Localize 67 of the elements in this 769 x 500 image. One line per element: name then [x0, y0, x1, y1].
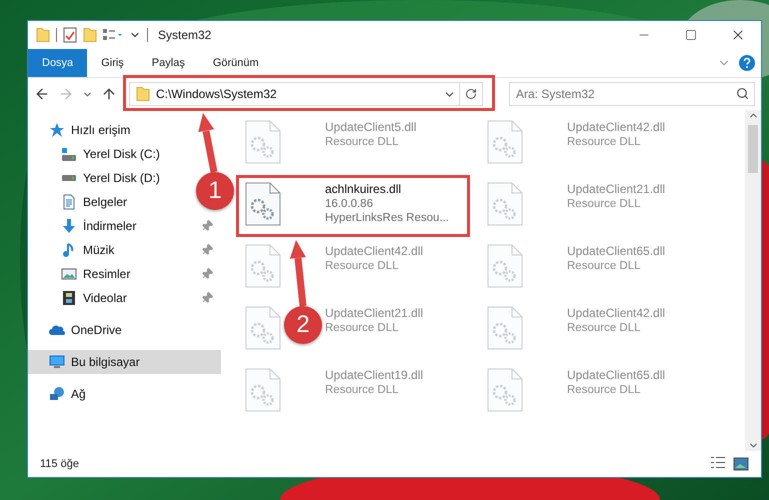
file-gears-icon	[245, 368, 281, 412]
file-detail: Resource DLL	[567, 198, 642, 210]
drive-icon	[61, 148, 77, 160]
file-detail: HyperLinksRes Resou...	[325, 212, 449, 224]
sidebar-item[interactable]: Ağ	[28, 382, 94, 406]
file-gears-icon	[245, 120, 281, 164]
details-view-icon[interactable]	[711, 457, 725, 468]
ribbon-tab[interactable]: Görünüm	[198, 49, 273, 77]
sidebar-item[interactable]: İndirmeler	[28, 214, 221, 238]
file-gears-icon	[487, 120, 523, 164]
up-button[interactable]	[101, 86, 117, 102]
sidebar-item[interactable]: OneDrive	[28, 318, 130, 342]
file-detail: Resource DLL	[325, 322, 400, 334]
sidebar-item[interactable]: Yerel Disk (C:)	[28, 142, 168, 166]
ribbon-tab[interactable]: Dosya	[28, 49, 88, 77]
properties-icon[interactable]	[63, 27, 77, 43]
sidebar-item[interactable]: Resimler	[28, 262, 221, 286]
item-count: 115 öğe	[40, 458, 79, 470]
scroll-thumb[interactable]	[748, 125, 758, 173]
search-field[interactable]: Ara: System32	[509, 82, 755, 106]
document-icon	[61, 194, 77, 210]
help-icon[interactable]	[739, 55, 755, 71]
file-gears-icon	[487, 182, 523, 226]
network-icon	[49, 386, 65, 402]
ribbon-tab[interactable]: Giriş	[87, 49, 138, 77]
maximize-icon[interactable]	[684, 29, 696, 41]
folder-icon	[136, 87, 150, 101]
refresh-icon[interactable]	[465, 88, 477, 100]
monitor-icon	[49, 354, 65, 370]
file-name[interactable]: achlnkuires.dll	[325, 182, 449, 196]
drive-icon	[61, 175, 77, 181]
file-gears-icon	[487, 368, 523, 412]
large-icons-view-icon[interactable]	[733, 457, 749, 471]
file-gears-icon	[487, 244, 523, 288]
callout-arrow	[290, 240, 306, 306]
sidebar-item[interactable]: Bu bilgisayar	[28, 350, 221, 374]
view-list-icon[interactable]	[103, 29, 123, 41]
ribbon-tab[interactable]: Paylaş	[138, 49, 199, 77]
file-detail: Resource DLL	[325, 384, 400, 396]
window-title: System32	[158, 28, 212, 42]
download-arrow-icon	[61, 218, 77, 234]
star-icon	[49, 122, 65, 138]
file-detail: Resource DLL	[567, 322, 642, 334]
file-detail: Resource DLL	[567, 136, 642, 148]
callout-arrow	[198, 113, 218, 173]
file-gears-icon	[245, 306, 281, 350]
sidebar-item[interactable]: Yerel Disk (D:)	[28, 166, 168, 190]
file-gears-icon	[245, 182, 281, 226]
file-gears-icon	[245, 244, 281, 288]
back-button[interactable]	[34, 86, 50, 102]
file-gears-icon	[487, 306, 523, 350]
file-detail: Resource DLL	[325, 136, 400, 148]
sidebar-item[interactable]: Müzik	[28, 238, 221, 262]
file-detail: Resource DLL	[325, 260, 400, 272]
picture-icon	[61, 266, 77, 282]
sidebar-item[interactable]: Videolar	[28, 286, 221, 310]
address-field[interactable]: C:\Windows\System32	[129, 82, 483, 106]
search-icon[interactable]	[736, 87, 749, 100]
new-folder-icon	[83, 28, 97, 42]
sidebar-item[interactable]: Hızlı erişim	[28, 118, 138, 142]
scrollbar[interactable]	[745, 110, 761, 451]
file-detail: 16.0.0.86	[325, 198, 374, 210]
file-detail: Resource DLL	[567, 384, 642, 396]
sidebar-item[interactable]: Belgeler	[28, 190, 136, 214]
film-icon	[61, 290, 77, 306]
file-detail: Resource DLL	[567, 260, 642, 272]
folder-icon	[36, 28, 50, 42]
